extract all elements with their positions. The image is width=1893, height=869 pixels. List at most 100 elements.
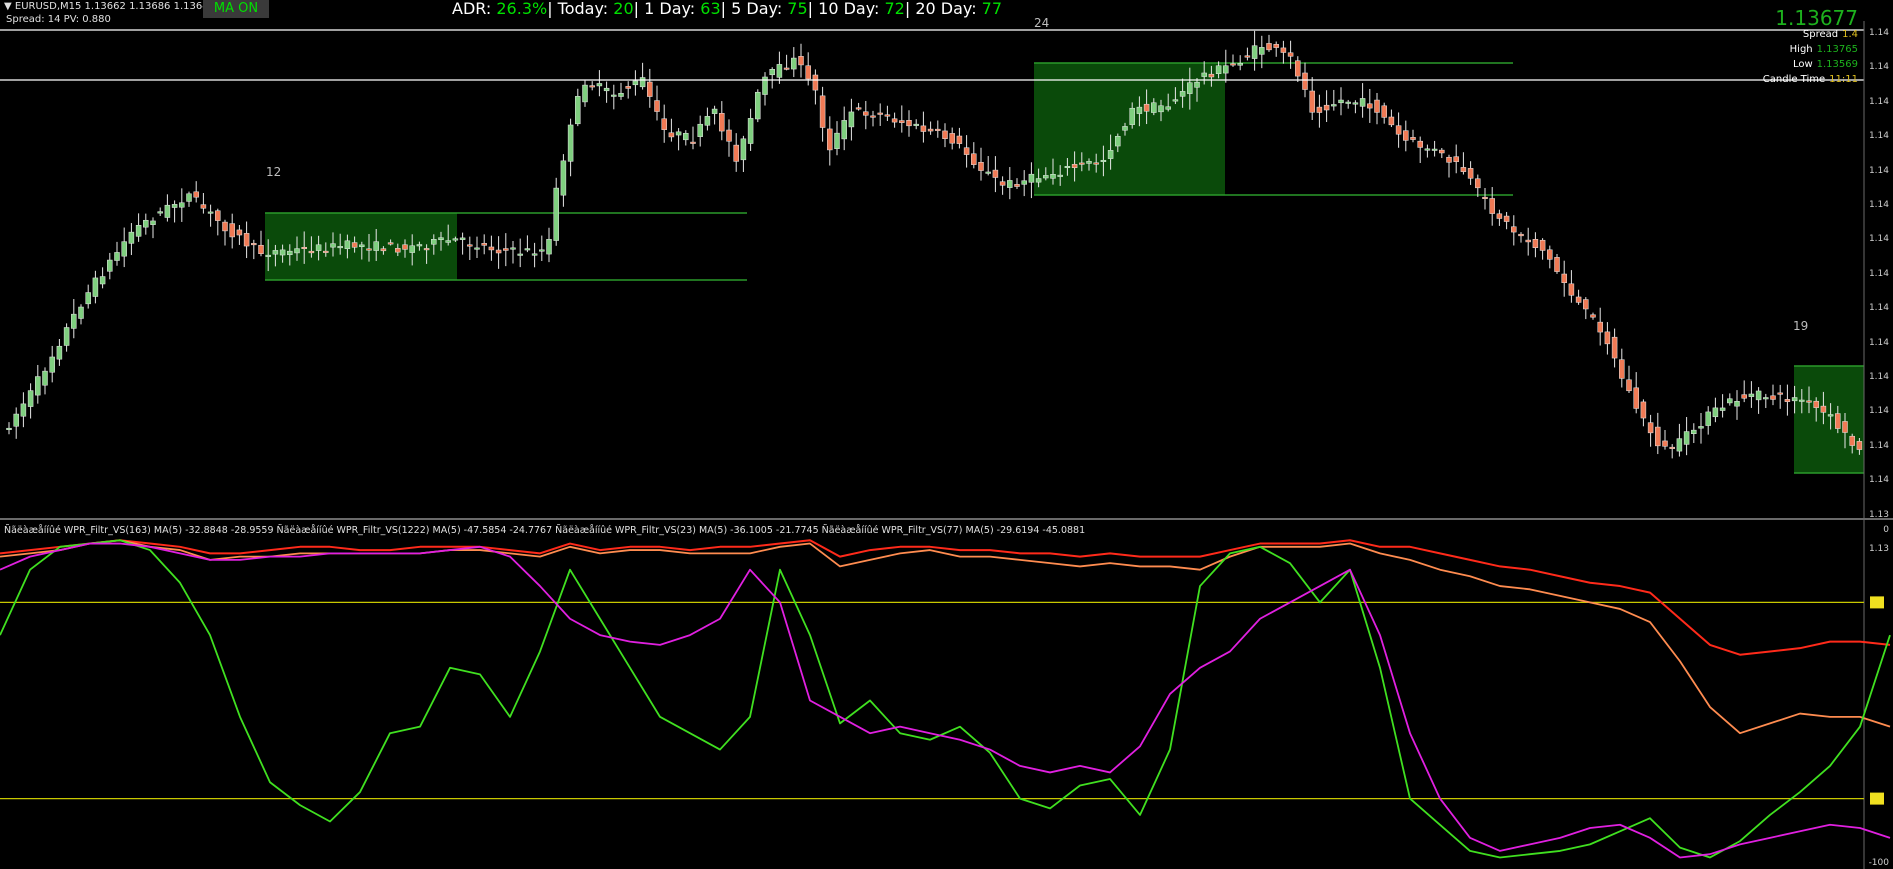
range-box (1794, 366, 1864, 473)
bear-candle (215, 208, 221, 236)
bull-candle (596, 70, 603, 97)
bear-candle (668, 118, 675, 142)
bear-candle (920, 111, 927, 143)
bear-candle (1244, 47, 1251, 61)
bear-candle (1439, 148, 1445, 159)
bear-candle (899, 105, 905, 133)
spread-info-value: 1.4 (1842, 29, 1858, 40)
bull-candle (13, 407, 19, 439)
box-count-label: 24 (1034, 16, 1050, 30)
bull-candle (776, 51, 783, 84)
bear-candle (1777, 384, 1783, 409)
bull-candle (1755, 387, 1762, 414)
price-axis-label: 1.14 (1868, 28, 1889, 38)
bear-candle (1381, 102, 1387, 124)
bull-candle (769, 67, 775, 89)
bull-candle (71, 299, 77, 339)
bear-candle (1453, 144, 1459, 174)
bear-candle (243, 221, 250, 259)
bear-candle (1323, 90, 1330, 122)
bull-candle (531, 242, 538, 268)
bear-candle (1669, 444, 1675, 459)
bull-candle (128, 223, 135, 256)
bear-candle (956, 127, 963, 149)
price-axis-label: 1.14 (1868, 165, 1889, 176)
bear-candle (467, 236, 473, 261)
bear-candle (654, 85, 660, 121)
bear-candle (863, 100, 869, 130)
bear-candle (1287, 40, 1294, 69)
spread-info-label: Spread (1802, 29, 1839, 40)
today-label: | Today: (547, 0, 614, 18)
box-count-label: 19 (1793, 319, 1809, 333)
bull-candle (755, 89, 761, 123)
bull-candle (1331, 89, 1337, 111)
bull-candle (186, 191, 192, 207)
d5-value: 75 (787, 0, 808, 18)
bear-candle (661, 104, 667, 143)
bear-candle (1633, 372, 1639, 414)
bear-candle (719, 101, 725, 141)
mt4-chart-window[interactable]: ▼ EURUSD,M15 1.13662 1.13686 1.13643 1.1… (0, 0, 1893, 869)
bear-candle (935, 120, 941, 138)
bear-candle (1475, 174, 1481, 197)
bull-candle (179, 188, 185, 222)
bull-candle (150, 217, 156, 239)
bull-candle (611, 84, 617, 110)
bull-candle (711, 105, 718, 125)
low-info: Low 1.13569 (1793, 59, 1858, 70)
bull-candle (1359, 83, 1366, 118)
bull-candle (1763, 393, 1769, 409)
low-info-label: Low (1792, 59, 1813, 70)
bull-candle (92, 270, 99, 304)
bull-candle (1021, 170, 1027, 197)
bull-candle (913, 119, 919, 130)
bear-candle (1525, 227, 1531, 256)
bull-candle (20, 392, 27, 428)
bull-candle (1691, 423, 1697, 443)
bear-candle (1655, 412, 1661, 455)
ma-toggle-button[interactable]: MA ON (203, 0, 269, 18)
bear-candle (200, 192, 207, 214)
bear-candle (503, 233, 509, 267)
bear-candle (1619, 348, 1625, 388)
bull-candle (575, 88, 581, 127)
price-axis-label: 1.14 (1868, 96, 1889, 107)
bull-candle (42, 367, 48, 395)
bull-candle (1352, 100, 1359, 114)
bear-candle (1568, 270, 1575, 303)
bull-candle (1712, 397, 1719, 423)
bull-candle (762, 72, 768, 106)
bull-candle (546, 227, 552, 263)
bear-candle (1611, 328, 1618, 368)
bear-candle (1561, 260, 1567, 297)
bear-candle (481, 234, 487, 255)
bear-candle (1640, 399, 1647, 427)
d10-label: | 10 Day: (807, 0, 885, 18)
bull-candle (27, 383, 34, 419)
bear-candle (1309, 77, 1315, 121)
bear-candle (971, 142, 977, 169)
price-axis-label: 1.14 (1868, 131, 1889, 142)
bear-candle (870, 110, 876, 127)
bull-candle (582, 80, 588, 107)
bull-candle (524, 235, 531, 253)
bear-candle (1295, 56, 1301, 83)
bull-candle (1251, 30, 1258, 71)
bear-candle (1316, 94, 1323, 128)
candle-time-value: 11:11 (1829, 74, 1858, 85)
bull-candle (553, 177, 559, 246)
bear-candle (1482, 187, 1488, 210)
chart-canvas[interactable] (0, 0, 1893, 869)
bull-candle (1698, 412, 1704, 444)
bear-candle (827, 116, 833, 166)
bear-candle (1518, 232, 1524, 243)
bull-candle (1028, 162, 1035, 199)
bear-candle (992, 156, 999, 193)
bull-candle (157, 207, 163, 217)
bull-candle (114, 241, 120, 266)
bull-candle (834, 121, 840, 156)
bear-candle (1367, 88, 1373, 123)
bull-candle (517, 238, 523, 268)
bear-candle (251, 239, 257, 260)
